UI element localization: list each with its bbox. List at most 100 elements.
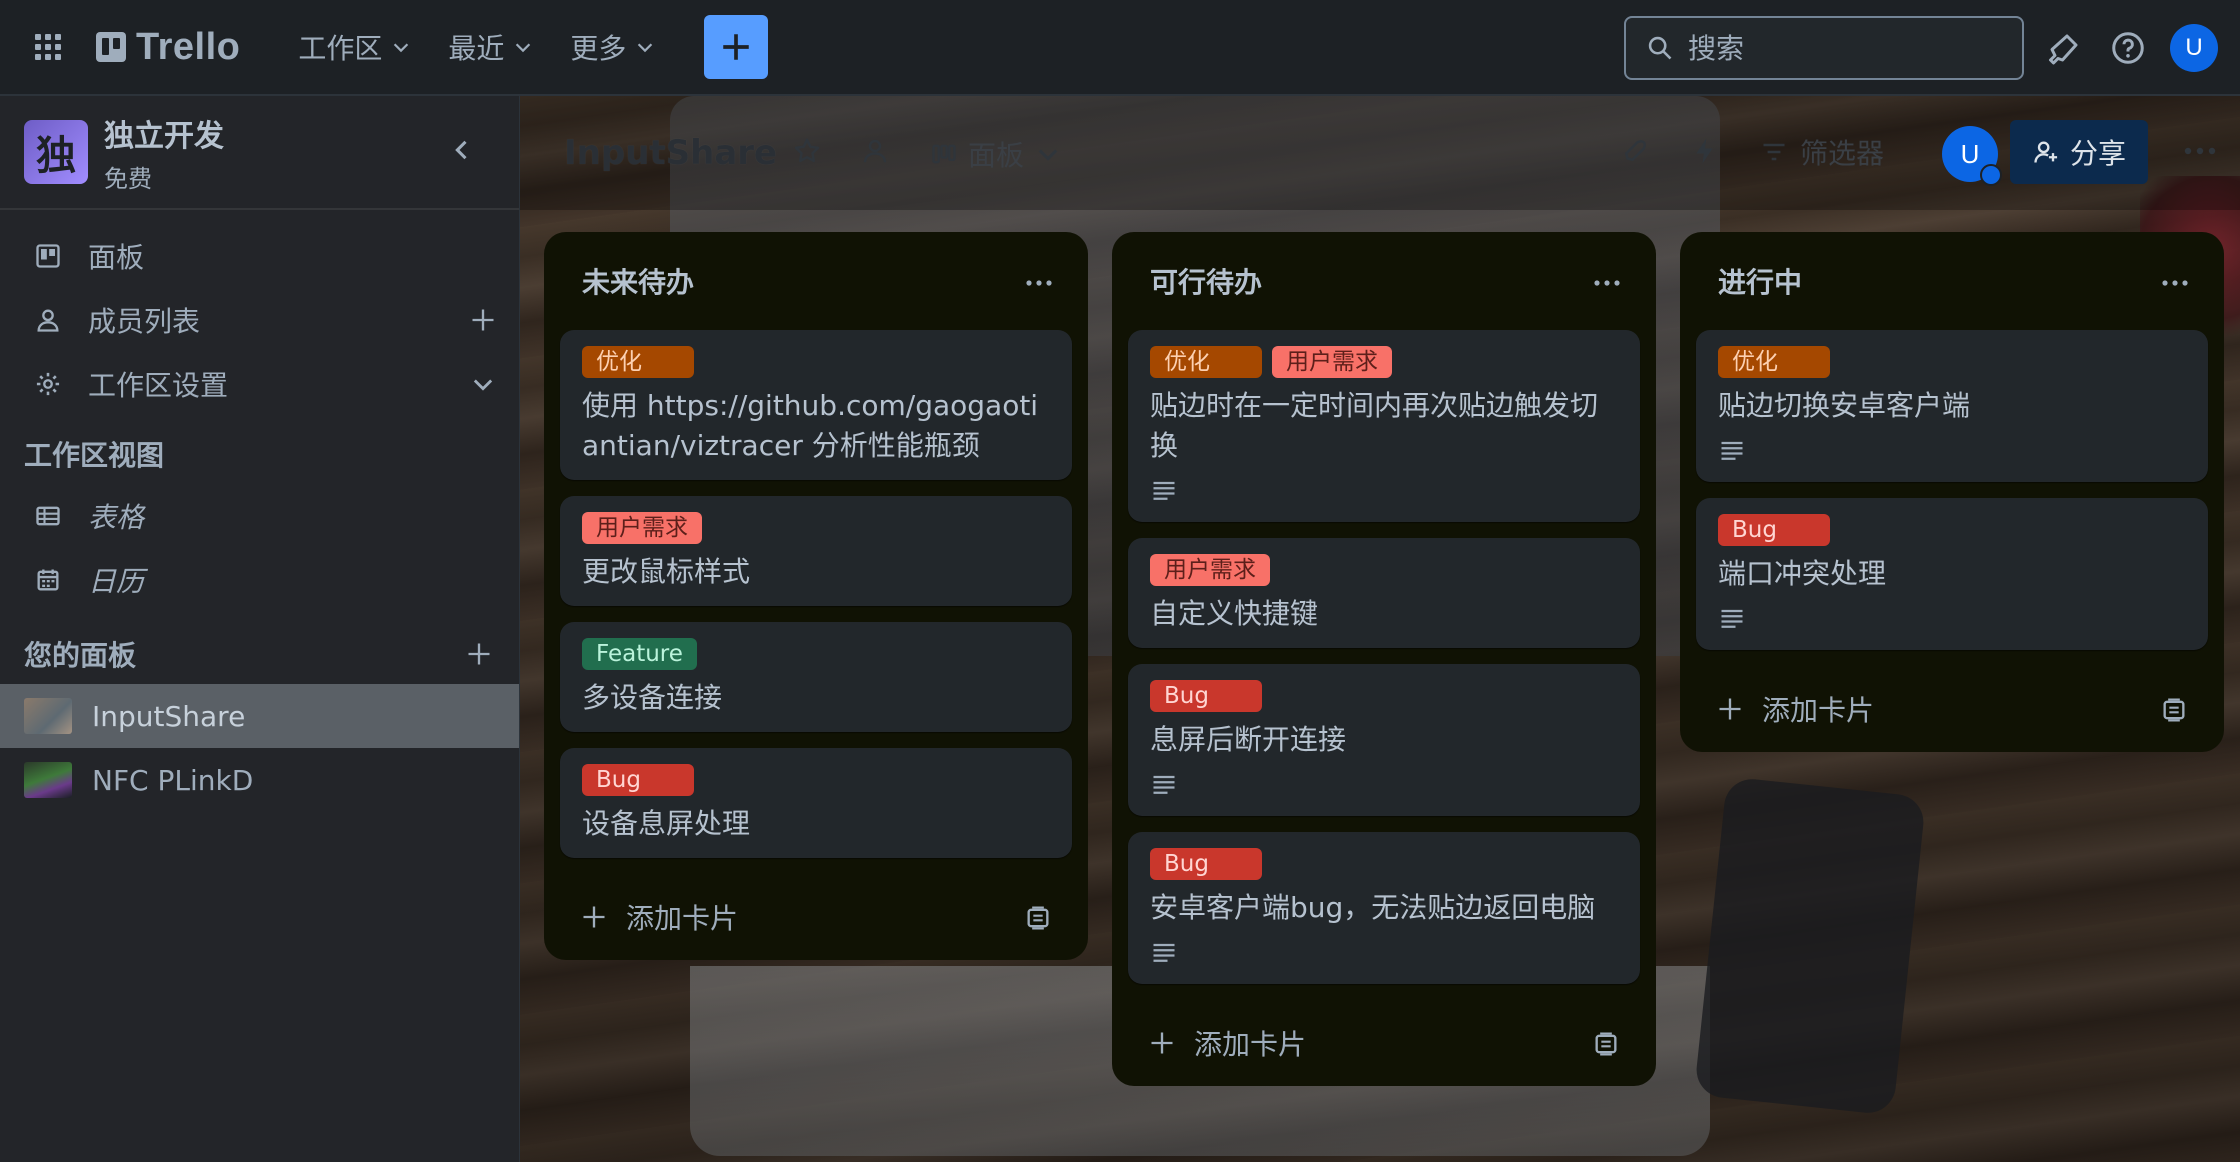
add-board-icon[interactable] [465, 640, 493, 668]
search-input[interactable] [1688, 31, 2008, 65]
top-navigation: Trello 工作区 最近 更多 U [0, 0, 2240, 96]
list-title[interactable]: 未来待办 [582, 261, 694, 301]
sidebar-item-calendar-view[interactable]: 日历 [0, 548, 519, 612]
app-switcher-button[interactable] [0, 0, 96, 95]
trello-logo[interactable]: Trello [96, 26, 240, 69]
workspace-badge: 独 [24, 120, 88, 184]
card-label[interactable]: Bug [582, 764, 694, 796]
menu-more[interactable]: 更多 [552, 15, 674, 79]
card-label[interactable]: 用户需求 [1150, 554, 1270, 586]
card-label[interactable]: Bug [1150, 848, 1262, 880]
board-menu-icon[interactable] [2180, 136, 2220, 166]
card[interactable]: Bug 息屏后断开连接 [1128, 664, 1640, 816]
card-label[interactable]: 用户需求 [1272, 346, 1392, 378]
card-title: 端口冲突处理 [1718, 557, 1887, 590]
sidebar-item-table-view[interactable]: 表格 [0, 484, 519, 548]
help-button[interactable] [2108, 28, 2148, 68]
list-column[interactable]: 可行待办优化 用户需求 贴边时在一定时间内再次贴边触发切换用户需求 自定义快捷键 Bug… [1112, 232, 1656, 1086]
card-label[interactable]: Bug [1718, 514, 1830, 546]
card-badges [1150, 928, 1618, 970]
card-labels: Bug [1150, 680, 1618, 712]
add-card-button[interactable]: 添加卡片 [1696, 666, 2208, 752]
workspace-name[interactable]: 独立开发 [104, 111, 224, 155]
add-member-icon[interactable] [469, 306, 497, 334]
card-label[interactable]: 用户需求 [582, 512, 702, 544]
menu-workspaces-label: 工作区 [298, 32, 383, 65]
sidebar-board-nfc-plinkd[interactable]: NFC PLinkD [0, 748, 519, 812]
sidebar-item-settings[interactable]: 工作区设置 [0, 352, 519, 416]
list-header: 未来待办 [560, 232, 1072, 330]
card-template-icon[interactable] [1024, 904, 1052, 932]
search-box[interactable] [1624, 16, 2024, 80]
card-template-icon[interactable] [2160, 696, 2188, 724]
card-labels: 用户需求 [1150, 554, 1618, 586]
list-menu-button[interactable] [1592, 268, 1622, 298]
card[interactable]: 优化 使用 https://github.com/gaogaotiantian/v… [560, 330, 1072, 480]
card[interactable]: 优化 贴边切换安卓客户端 [1696, 330, 2208, 482]
card-label[interactable]: 优化 [1150, 346, 1262, 378]
plus-icon [1151, 1032, 1173, 1054]
list-menu-icon [2162, 280, 2188, 286]
board-view-selector[interactable]: 面板 [930, 134, 1062, 174]
menu-workspaces[interactable]: 工作区 [280, 15, 430, 79]
people-icon [863, 139, 887, 163]
menu-more-label: 更多 [570, 32, 627, 65]
card-labels: 优化 [582, 346, 1050, 378]
add-card-button[interactable]: 添加卡片 [1128, 1000, 1640, 1086]
share-button[interactable]: 分享 [2010, 120, 2148, 184]
card-label[interactable]: Bug [1150, 680, 1262, 712]
card[interactable]: 用户需求 自定义快捷键 [1128, 538, 1640, 648]
sidebar-item-members[interactable]: 成员列表 [0, 288, 519, 352]
sidebar-item-label: 表格 [88, 501, 145, 534]
background-phone [1693, 776, 1927, 1116]
board-title[interactable]: InputShare [564, 133, 777, 173]
account-avatar[interactable]: U [2170, 24, 2218, 72]
list-menu-icon [1594, 280, 1620, 286]
visibility-button[interactable] [860, 136, 892, 168]
star-board-button[interactable] [792, 136, 824, 168]
card[interactable]: 优化 用户需求 贴边时在一定时间内再次贴边触发切换 [1128, 330, 1640, 522]
card[interactable]: Bug 设备息屏处理 [560, 748, 1072, 858]
sidebar-item-boards[interactable]: 面板 [0, 224, 519, 288]
add-person-icon [2034, 141, 2058, 163]
power-ups-button[interactable] [1620, 136, 1652, 168]
sidebar-item-label: 日历 [88, 565, 145, 598]
chevron-down-icon [1038, 149, 1058, 161]
card-label[interactable]: 优化 [1718, 346, 1830, 378]
board-member-avatar[interactable]: U [1942, 126, 2002, 186]
calendar-icon [37, 569, 59, 591]
list-column[interactable]: 进行中优化 贴边切换安卓客户端 Bug 端口冲突处理添加卡片 [1680, 232, 2224, 752]
menu-recent[interactable]: 最近 [430, 15, 552, 79]
sidebar-item-label: 工作区设置 [88, 369, 229, 402]
chevron-down-icon[interactable] [469, 370, 497, 398]
menu-recent-label: 最近 [448, 32, 505, 65]
card[interactable]: Bug 安卓客户端bug，无法贴边返回电脑 [1128, 832, 1640, 984]
card[interactable]: 用户需求 更改鼠标样式 [560, 496, 1072, 606]
card-template-icon[interactable] [1592, 1030, 1620, 1058]
megaphone-icon [2049, 34, 2078, 65]
list-menu-button[interactable] [2160, 268, 2190, 298]
add-card-button[interactable]: 添加卡片 [560, 874, 1072, 960]
list-column[interactable]: 未来待办优化 使用 https://github.com/gaogaotianti… [544, 232, 1088, 960]
collapse-sidebar-icon[interactable] [448, 136, 476, 164]
sidebar-board-label: NFC PLinkD [92, 763, 254, 797]
filter-button[interactable]: 筛选器 [1760, 132, 1884, 172]
list-menu-button[interactable] [1024, 268, 1054, 298]
notifications-button[interactable] [2044, 28, 2084, 68]
card[interactable]: Feature 多设备连接 [560, 622, 1072, 732]
list-title[interactable]: 可行待办 [1150, 261, 1262, 301]
card-label[interactable]: Feature [582, 638, 697, 670]
description-icon [1153, 481, 1175, 500]
sidebar-item-label: 成员列表 [88, 305, 201, 338]
list-menu-icon [1026, 280, 1052, 286]
workspace-header: 独 独立开发 免费 [0, 96, 519, 210]
chevron-down-icon [638, 43, 653, 53]
automation-button[interactable] [1690, 136, 1722, 168]
card[interactable]: Bug 端口冲突处理 [1696, 498, 2208, 650]
sidebar-board-inputshare[interactable]: InputShare [0, 684, 519, 748]
create-button[interactable] [704, 15, 769, 79]
list-title[interactable]: 进行中 [1718, 261, 1802, 301]
card-label[interactable]: 优化 [582, 346, 694, 378]
filter-label: 筛选器 [1800, 137, 1885, 170]
card-labels: 优化 用户需求 [1150, 346, 1618, 378]
